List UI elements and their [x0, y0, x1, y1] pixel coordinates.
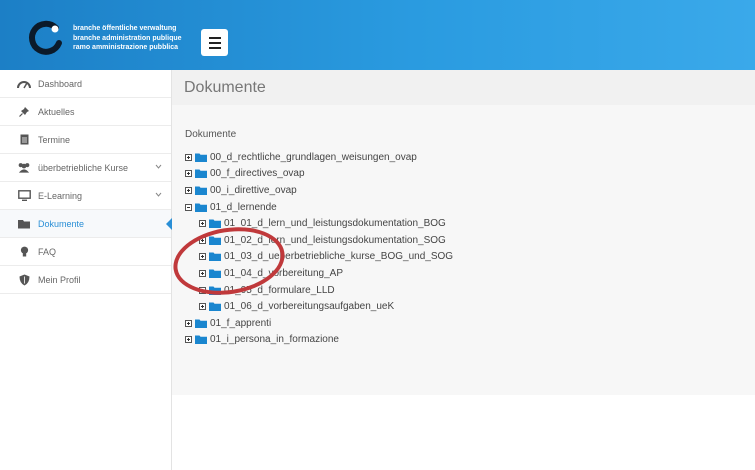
logo-icon: [29, 20, 62, 55]
calendar-icon: [17, 134, 31, 146]
expand-toggle-icon[interactable]: [199, 303, 206, 311]
page-title: Dokumente: [184, 78, 266, 96]
monitor-icon: [17, 190, 31, 202]
sidebar: Dashboard Aktuelles Termine überbetriebl…: [0, 70, 172, 470]
tree-folder-01-i-persona[interactable]: 01_i_persona_in_formazione: [185, 332, 755, 349]
sidebar-item-aktuelles[interactable]: Aktuelles: [0, 98, 171, 126]
folder-icon: [209, 219, 221, 229]
logo-line-de: branche öffentliche verwaltung: [73, 25, 177, 32]
folder-icon: [209, 269, 221, 278]
expand-toggle-icon[interactable]: [185, 153, 192, 161]
sidebar-item-dokumente[interactable]: Dokumente: [0, 210, 172, 238]
tree-item-label: 01_05_d_formulare_LLD: [224, 284, 335, 296]
hamburger-bar: [208, 41, 221, 44]
expand-toggle-icon[interactable]: [185, 336, 192, 344]
tree-item-label: 01_f_apprenti: [210, 317, 272, 329]
folder-icon: [195, 319, 207, 328]
tree-item-label: 01_d_lernende: [210, 201, 277, 213]
folder-icon: [195, 335, 207, 345]
tree-folder-01-06-uek[interactable]: 01_06_d_vorbereitungsaufgaben_ueK: [185, 298, 755, 315]
sidebar-item-label: FAQ: [38, 246, 57, 257]
section-label: Dokumente: [185, 129, 237, 140]
tree-folder-01-03-kurse[interactable]: 01_03_d_ueberbetriebliche_kurse_BOG_und_…: [185, 249, 755, 266]
sidebar-item-label: Aktuelles: [38, 106, 75, 117]
tree-folder-01-01-bog[interactable]: 01_01_d_lern_und_leistungsdokumentation_…: [185, 215, 755, 232]
tree-item-label: 01_04_d_vorbereitung_AP: [224, 267, 343, 279]
expand-toggle-icon[interactable]: [199, 286, 206, 294]
sidebar-item-ueberbetriebliche-kurse[interactable]: überbetriebliche Kurse: [0, 154, 171, 182]
folder-icon: [209, 236, 221, 245]
tree-item-label: 01_06_d_vorbereitungsaufgaben_ueK: [224, 301, 395, 313]
folder-icon: [209, 252, 221, 262]
sidebar-item-label: Mein Profil: [38, 274, 81, 285]
sidebar-item-label: Termine: [38, 134, 71, 145]
tree-folder-01-04-ap[interactable]: 01_04_d_vorbereitung_AP: [185, 265, 755, 282]
chevron-down-icon[interactable]: [155, 191, 162, 198]
users-icon: [17, 162, 31, 174]
sidebar-item-label: Dokumente: [38, 218, 85, 229]
pin-icon: [17, 106, 31, 118]
lightbulb-icon: [17, 246, 31, 258]
expand-toggle-icon[interactable]: [199, 269, 206, 277]
logo-line-fr: branche administration publique: [73, 34, 182, 42]
dashboard-gauge-icon: [17, 78, 31, 90]
tree-item-label: 00_f_directives_ovap: [210, 168, 305, 180]
expand-toggle-icon[interactable]: [185, 319, 192, 327]
expand-toggle-icon[interactable]: [185, 186, 192, 194]
tree-folder-01-05-lld[interactable]: 01_05_d_formulare_LLD: [185, 282, 755, 299]
expand-toggle-icon[interactable]: [199, 253, 206, 261]
tree-item-label: 01_03_d_ueberbetriebliche_kurse_BOG_und_…: [224, 251, 454, 263]
tree-item-label: 01_01_d_lern_und_leistungsdokumentation_…: [224, 218, 446, 230]
folder-icon: [195, 153, 207, 162]
tree-folder-01-d-lernende[interactable]: 01_d_lernende: [185, 199, 755, 216]
sidebar-item-termine[interactable]: Termine: [0, 126, 171, 154]
tree-folder-00-i-direttive[interactable]: 00_i_direttive_ovap: [185, 182, 755, 199]
tree-item-label: 01_02_d_lern_und_leistungsdokumentation_…: [224, 234, 446, 246]
tree-folder-00-f-directives[interactable]: 00_f_directives_ovap: [185, 166, 755, 183]
chevron-down-icon[interactable]: [155, 163, 162, 170]
tree-folder-00-d-rechtliche[interactable]: 00_d_rechtliche_grundlagen_weisungen_ova…: [185, 149, 755, 166]
expand-toggle-icon[interactable]: [199, 220, 206, 228]
shield-icon: [17, 274, 31, 286]
sidebar-item-faq[interactable]: FAQ: [0, 238, 171, 266]
folder-open-icon: [195, 203, 207, 212]
tree-item-label: 01_i_persona_in_formazione: [210, 334, 339, 346]
tree-folder-01-02-sog[interactable]: 01_02_d_lern_und_leistungsdokumentation_…: [185, 232, 755, 249]
sidebar-item-label: Dashboard: [38, 78, 83, 89]
folder-icon: [209, 286, 221, 295]
tree-item-label: 00_d_rechtliche_grundlagen_weisungen_ova…: [210, 151, 417, 163]
logo-text: branche öffentliche verwaltung branche a…: [73, 24, 182, 53]
tree-folder-01-f-apprenti[interactable]: 01_f_apprenti: [185, 315, 755, 332]
expand-toggle-icon[interactable]: [185, 170, 192, 178]
folder-icon: [209, 302, 221, 312]
main-content: Dokumente Dokumente 00_d_rechtliche_grun…: [172, 70, 755, 470]
hamburger-bar: [208, 46, 221, 49]
sidebar-item-label: E-Learning: [38, 190, 83, 201]
expand-toggle-icon[interactable]: [199, 236, 206, 244]
sidebar-item-e-learning[interactable]: E-Learning: [0, 182, 171, 210]
logo-line-it: ramo amministrazione pubblica: [73, 44, 179, 51]
top-header: branche öffentliche verwaltung branche a…: [0, 0, 755, 70]
hamburger-bar: [208, 36, 221, 39]
sidebar-item-label: überbetriebliche Kurse: [38, 162, 129, 173]
title-bar: Dokumente: [172, 70, 755, 105]
hamburger-menu-button[interactable]: [201, 29, 228, 56]
folder-icon: [195, 169, 207, 179]
tree-item-label: 00_i_direttive_ovap: [210, 184, 297, 196]
collapse-toggle-icon[interactable]: [185, 203, 192, 211]
sidebar-item-mein-profil[interactable]: Mein Profil: [0, 266, 171, 294]
sidebar-item-dashboard[interactable]: Dashboard: [0, 70, 171, 98]
folder-icon: [195, 186, 207, 195]
folder-open-icon: [17, 218, 31, 230]
document-tree: 00_d_rechtliche_grundlagen_weisungen_ova…: [185, 149, 755, 348]
